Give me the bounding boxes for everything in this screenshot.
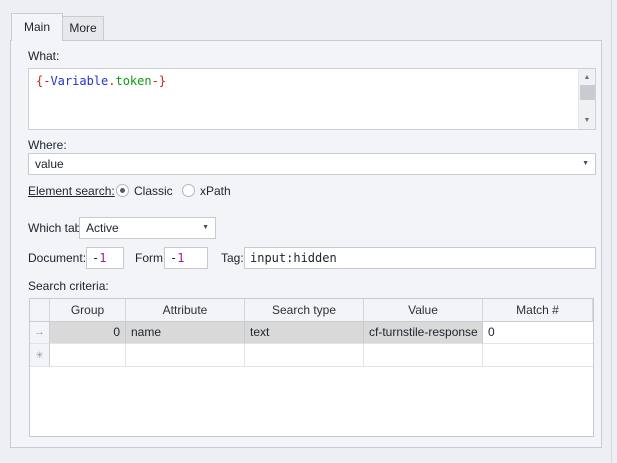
scroll-up-icon[interactable]: ▲ <box>579 70 595 85</box>
search-criteria-grid: Group Attribute Search type Value Match … <box>29 298 594 437</box>
current-row-icon[interactable]: → <box>30 322 50 344</box>
tab-page-main: What: {-Variable.token-} ▲ ▼ Where: valu… <box>10 40 602 448</box>
cell-value[interactable]: cf-turnstile-response <box>364 322 483 344</box>
column-header-match[interactable]: Match # <box>483 299 593 322</box>
tag-input[interactable]: input:hidden <box>244 247 596 269</box>
document-number: 1 <box>99 251 106 265</box>
radio-classic-label[interactable]: Classic <box>134 184 173 198</box>
column-header-attribute[interactable]: Attribute <box>126 299 245 322</box>
form-number: 1 <box>177 251 184 265</box>
cell-value-empty[interactable] <box>364 344 483 367</box>
which-tab-combobox[interactable]: Active ▼ <box>79 217 216 239</box>
grid-empty-area <box>30 367 593 436</box>
token-close: -} <box>152 74 166 88</box>
what-input[interactable]: {-Variable.token-} ▲ ▼ <box>28 68 596 130</box>
scrollbar-thumb[interactable] <box>580 85 595 100</box>
document-label: Document: <box>28 251 86 265</box>
cell-search-type[interactable]: text <box>245 322 364 344</box>
cell-group-empty[interactable] <box>50 344 126 367</box>
tag-label: Tag: <box>221 251 244 265</box>
document-value: -1 <box>92 248 106 268</box>
which-tab-label: Which tab: <box>28 221 85 235</box>
which-tab-value: Active <box>86 218 119 238</box>
what-label: What: <box>28 49 59 63</box>
cell-attribute-empty[interactable] <box>126 344 245 367</box>
what-value: {-Variable.token-} <box>36 74 166 88</box>
what-scrollbar[interactable]: ▲ ▼ <box>578 69 595 129</box>
token-open: {- <box>36 74 50 88</box>
scroll-down-icon[interactable]: ▼ <box>579 113 595 128</box>
radio-xpath[interactable] <box>182 184 195 197</box>
token-object: Variable <box>50 74 108 88</box>
where-combobox[interactable]: value ▼ <box>28 153 596 175</box>
tab-main[interactable]: Main <box>11 13 63 41</box>
column-header-value[interactable]: Value <box>364 299 483 322</box>
radio-classic[interactable] <box>116 184 129 197</box>
cell-attribute[interactable]: name <box>126 322 245 344</box>
cell-search-type-empty[interactable] <box>245 344 364 367</box>
column-header-group[interactable]: Group <box>50 299 126 322</box>
chevron-down-icon[interactable]: ▼ <box>202 218 209 238</box>
element-search-label[interactable]: Element search: <box>28 184 115 198</box>
dialog: Main More What: {-Variable.token-} ▲ ▼ W… <box>0 0 617 463</box>
form-label: Form: <box>135 251 166 265</box>
window-edge-divider <box>611 0 612 463</box>
where-value: value <box>35 154 64 174</box>
where-label: Where: <box>28 138 67 152</box>
radio-xpath-label[interactable]: xPath <box>200 184 231 198</box>
new-row[interactable]: ✳ <box>30 344 593 367</box>
tag-value: input:hidden <box>250 248 337 268</box>
column-header-search-type[interactable]: Search type <box>245 299 364 322</box>
tab-more[interactable]: More <box>63 16 104 40</box>
chevron-down-icon[interactable]: ▼ <box>582 154 589 174</box>
form-input[interactable]: -1 <box>164 247 208 269</box>
table-row[interactable]: → 0 name text cf-turnstile-response 0 <box>30 322 593 344</box>
form-value: -1 <box>170 248 184 268</box>
grid-corner-cell[interactable] <box>30 299 50 322</box>
search-criteria-label: Search criteria: <box>28 279 109 293</box>
token-member: token <box>115 74 151 88</box>
new-row-icon[interactable]: ✳ <box>30 344 50 367</box>
cell-match[interactable]: 0 <box>483 322 593 344</box>
cell-group[interactable]: 0 <box>50 322 126 344</box>
cell-match-empty[interactable] <box>483 344 593 367</box>
grid-header-row: Group Attribute Search type Value Match … <box>30 299 593 322</box>
document-input[interactable]: -1 <box>86 247 124 269</box>
